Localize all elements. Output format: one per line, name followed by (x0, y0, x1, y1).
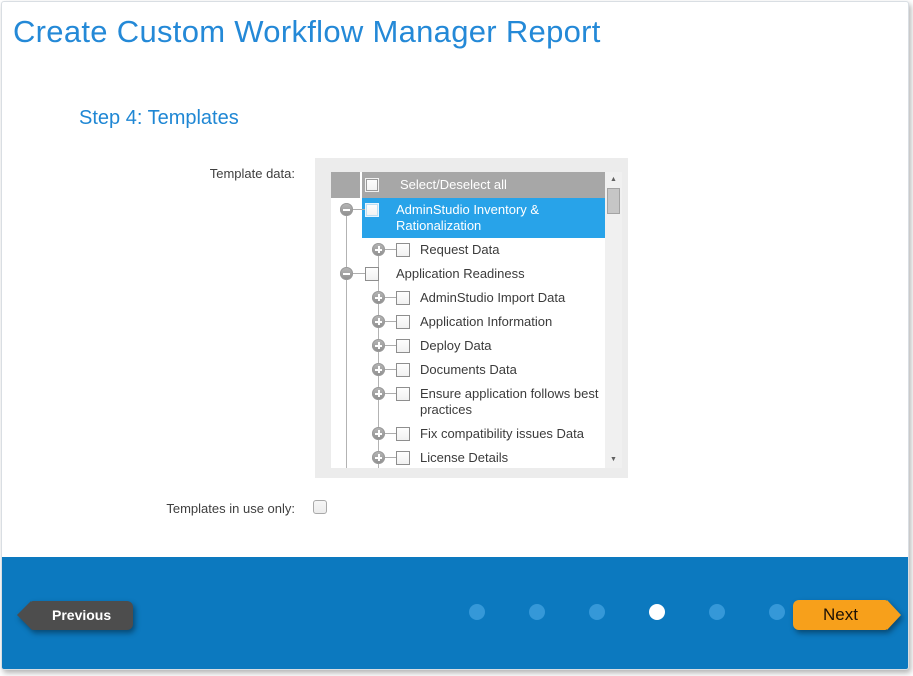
step-progress-dots (469, 604, 785, 620)
tree-item[interactable]: Request Data (362, 238, 605, 262)
tree-item-checkbox[interactable] (396, 427, 410, 441)
step-dot-2 (529, 604, 545, 620)
screen: Create Custom Workflow Manager Report St… (0, 0, 913, 676)
tree-item-checkbox[interactable] (396, 315, 410, 329)
expand-icon[interactable] (372, 363, 385, 376)
tree-item-label: Ensure application follows best practice… (420, 386, 599, 417)
tree-item-label: Request Data (420, 242, 500, 257)
tree-header-gutter (331, 172, 360, 198)
tree-connector-line (385, 321, 396, 322)
step-dot-3 (589, 604, 605, 620)
select-deselect-all-cell[interactable]: Select/Deselect all (362, 172, 605, 198)
step-dot-1 (469, 604, 485, 620)
next-button[interactable]: Next (793, 600, 888, 630)
tree-item-checkbox[interactable] (396, 291, 410, 305)
expand-icon[interactable] (372, 451, 385, 464)
expand-icon[interactable] (372, 339, 385, 352)
tree-item-checkbox[interactable] (396, 243, 410, 257)
tree-item-label: AdminStudio Inventory & Rationalization (396, 202, 539, 233)
expand-icon[interactable] (372, 315, 385, 328)
tree-connector-line (385, 369, 396, 370)
tree-connector-line (353, 209, 365, 210)
tree-item[interactable]: Ensure application follows best practice… (362, 382, 605, 422)
select-all-checkbox[interactable] (365, 178, 379, 192)
wizard-footer: Previous Next (2, 557, 908, 669)
expand-icon[interactable] (372, 387, 385, 400)
tree-item-checkbox[interactable] (396, 339, 410, 353)
tree-item-label: Application Readiness (396, 266, 525, 281)
collapse-icon[interactable] (340, 267, 353, 280)
template-data-label: Template data: (102, 166, 295, 181)
collapse-icon[interactable] (340, 203, 353, 216)
step-dot-6 (769, 604, 785, 620)
expand-icon[interactable] (372, 427, 385, 440)
tree-connector-line (385, 433, 396, 434)
scrollbar-thumb[interactable] (607, 188, 620, 214)
tree-item-label: Deploy Data (420, 338, 492, 353)
tree-connector-line (353, 273, 365, 274)
step-heading: Step 4: Templates (79, 107, 239, 130)
tree-connector-line (385, 345, 396, 346)
tree-header-row[interactable]: Select/Deselect all (331, 172, 605, 198)
next-button-label: Next (793, 600, 888, 630)
tree-item-checkbox[interactable] (365, 203, 379, 217)
tree-item-checkbox[interactable] (396, 387, 410, 401)
templates-in-use-label: Templates in use only: (102, 501, 295, 516)
tree-item[interactable]: License Details (362, 446, 605, 468)
tree-connector-line (385, 297, 396, 298)
tree-body: AdminStudio Inventory & Rationalization R… (331, 198, 605, 468)
tree-item-label: License Details (420, 450, 508, 465)
step-dot-4-active (649, 604, 665, 620)
tree-item[interactable]: Application Readiness (362, 262, 605, 286)
tree-item-label: Documents Data (420, 362, 517, 377)
tree-item[interactable]: Deploy Data (362, 334, 605, 358)
tree-connector-line (385, 457, 396, 458)
template-tree-list: Select/Deselect all AdminStudio Inventor… (331, 172, 622, 468)
tree-item-checkbox[interactable] (365, 267, 379, 281)
previous-button-label: Previous (30, 601, 133, 630)
step-dot-5 (709, 604, 725, 620)
tree-item-label: Fix compatibility issues Data (420, 426, 584, 441)
tree-vertical-line (346, 210, 347, 468)
template-tree-panel: Select/Deselect all AdminStudio Inventor… (315, 158, 628, 478)
scroll-down-icon[interactable]: ▼ (605, 453, 622, 467)
page-title: Create Custom Workflow Manager Report (13, 14, 601, 50)
next-arrow-icon (887, 600, 901, 630)
previous-arrow-icon (17, 601, 31, 629)
tree-item-checkbox[interactable] (396, 451, 410, 465)
tree-item-checkbox[interactable] (396, 363, 410, 377)
expand-icon[interactable] (372, 291, 385, 304)
expand-icon[interactable] (372, 243, 385, 256)
tree-item[interactable]: Application Information (362, 310, 605, 334)
wizard-page: Create Custom Workflow Manager Report St… (1, 1, 909, 670)
tree-item[interactable]: Documents Data (362, 358, 605, 382)
tree-item[interactable]: Fix compatibility issues Data (362, 422, 605, 446)
tree-connector-line (385, 249, 396, 250)
tree-item-label: Application Information (420, 314, 552, 329)
tree-connector-line (385, 393, 396, 394)
tree-item[interactable]: AdminStudio Import Data (362, 286, 605, 310)
previous-button[interactable]: Previous (30, 601, 133, 630)
scrollbar-track[interactable]: ▲ ▼ (605, 172, 622, 468)
templates-in-use-checkbox[interactable] (313, 500, 327, 514)
scroll-up-icon[interactable]: ▲ (605, 173, 622, 187)
select-all-label: Select/Deselect all (400, 177, 507, 192)
tree-item[interactable]: AdminStudio Inventory & Rationalization (362, 198, 605, 238)
tree-item-label: AdminStudio Import Data (420, 290, 565, 305)
